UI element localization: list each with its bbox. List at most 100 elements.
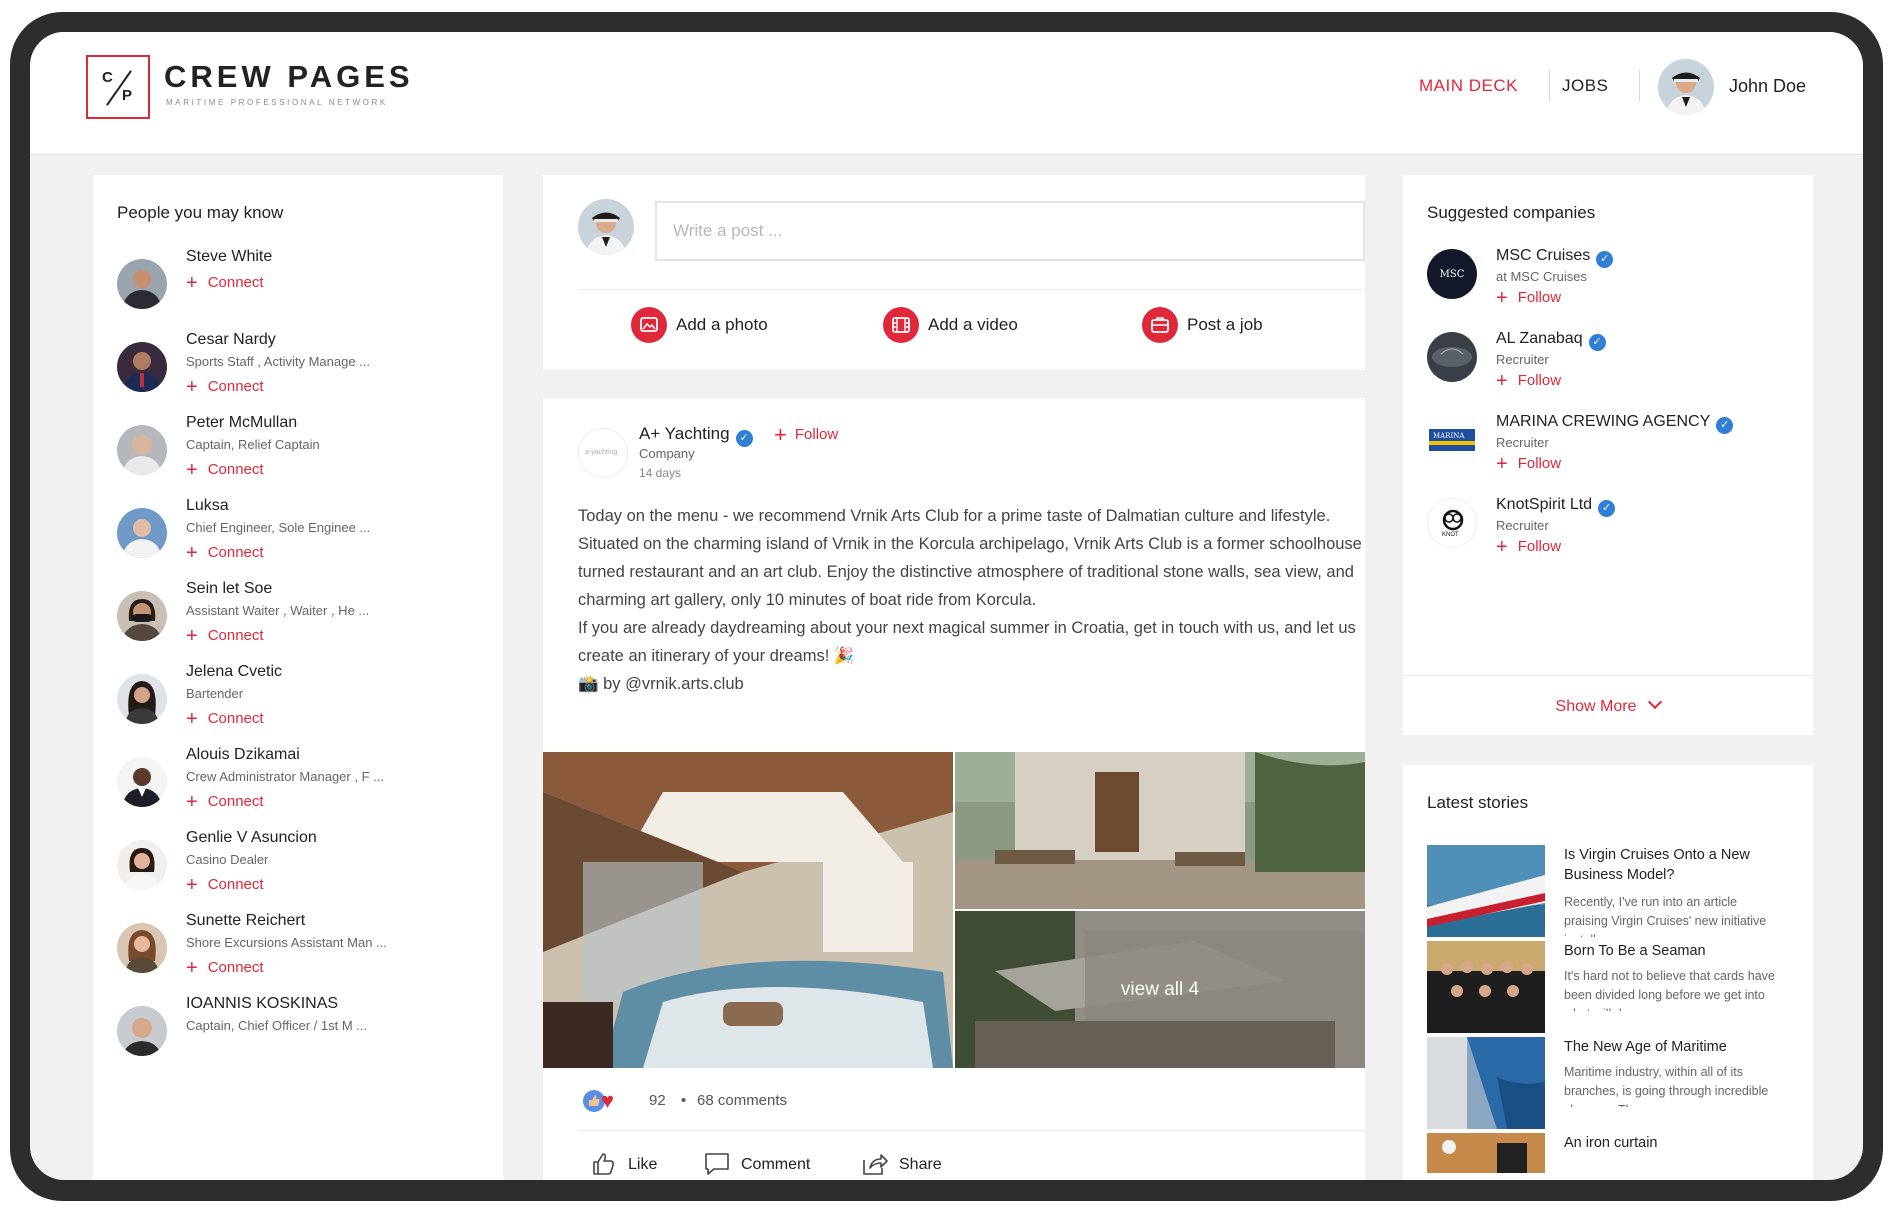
nav-divider [1549,70,1550,102]
person-card: Sunette Reichert Shore Excursions Assist… [117,911,497,1001]
story-title: An iron curtain [1564,1135,1658,1151]
connect-button[interactable]: + Connect [186,625,264,648]
avatar[interactable] [117,342,167,392]
company-card: AL Zanabaq ✓ Recruiter + Follow [1427,330,1807,420]
company-logo[interactable]: KNOT [1427,498,1477,548]
post-paragraph: 📸 by @vrnik.arts.club [578,675,744,693]
story-thumbnail [1427,845,1545,937]
avatar[interactable] [117,840,167,890]
connect-button[interactable]: + Connect [186,791,264,814]
person-card: Alouis Dzikamai Crew Administrator Manag… [117,745,497,835]
story-thumbnail [1427,1133,1545,1173]
story-item[interactable]: Is Virgin Cruises Onto a New Business Mo… [1427,845,1807,939]
follow-button[interactable]: + Follow [1496,370,1561,393]
person-role: Shore Excursions Assistant Man ... [186,935,387,950]
avatar[interactable] [117,757,167,807]
latest-stories-panel: Latest stories Is Virgin Cruises Onto a … [1403,765,1813,1180]
person-name[interactable]: Cesar Nardy [186,331,276,349]
story-title: Is Virgin Cruises Onto a New Business Mo… [1564,847,1750,883]
person-role: Sports Staff , Activity Manage ... [186,354,371,369]
avatar[interactable] [117,674,167,724]
story-excerpt: Recently, I've run into an article prais… [1564,895,1767,937]
company-subtitle: at MSC Cruises [1496,269,1588,284]
panel-title: Latest stories [1427,793,1529,812]
post-photo-stone-house[interactable] [955,752,1365,909]
story-excerpt: Maritime industry, within all of its bra… [1564,1065,1769,1107]
avatar[interactable] [117,591,167,641]
company-name[interactable]: MSC Cruises ✓ [1496,247,1614,268]
company-name[interactable]: AL Zanabaq ✓ [1496,330,1606,351]
plus-icon: + [186,874,198,896]
person-name[interactable]: Luksa [186,497,229,515]
composer-avatar [578,199,634,255]
connect-button[interactable]: + Connect [186,874,264,897]
nav-main-deck[interactable]: MAIN DECK [1419,76,1518,96]
follow-button[interactable]: + Follow [1496,453,1561,476]
show-more-button[interactable]: Show More [1403,694,1813,716]
nav-divider [1639,70,1640,102]
suggested-companies-panel: Suggested companies MSC MSC Cruises ✓ at … [1403,175,1813,735]
person-card: Genlie V Asuncion Casino Dealer + Connect [117,828,497,918]
follow-button[interactable]: + Follow [1496,536,1561,559]
person-name[interactable]: Sunette Reichert [186,912,305,930]
post-photo-terrace[interactable]: view all 4 [955,911,1365,1068]
user-name[interactable]: John Doe [1729,76,1806,97]
connect-button[interactable]: + Connect [186,459,264,482]
avatar[interactable] [117,923,167,973]
person-card: Sein let Soe Assistant Waiter , Waiter ,… [117,579,497,669]
brand-logo[interactable]: C P [86,55,150,119]
person-card: Cesar Nardy Sports Staff , Activity Mana… [117,330,497,420]
follow-button[interactable]: + Follow [774,422,838,448]
post-photo-grid: view all 4 [543,752,1365,1068]
story-item[interactable]: Born To Be a Seaman It's hard not to bel… [1427,941,1807,1035]
connect-button[interactable]: + Connect [186,957,264,980]
story-item[interactable]: An iron curtain [1427,1133,1807,1173]
person-name[interactable]: Peter McMullan [186,414,297,432]
company-logo[interactable]: a-yachting [578,428,628,478]
person-name[interactable]: IOANNIS KOSKINAS [186,995,338,1013]
post-body: Today on the menu - we recommend Vrnik A… [578,502,1368,698]
company-logo[interactable]: MARINA [1427,415,1477,465]
connect-button[interactable]: + Connect [186,272,264,295]
divider [578,289,1365,290]
person-card: Luksa Chief Engineer, Sole Enginee ... +… [117,496,497,586]
avatar[interactable] [117,1006,167,1056]
follow-button[interactable]: + Follow [1496,287,1561,310]
device-frame: C P CREW PAGES MARITIME PROFESSIONAL NET… [10,12,1883,1201]
panel-title: Suggested companies [1427,203,1596,222]
story-excerpt: It's hard not to believe that cards have… [1564,969,1775,1011]
separator: • [681,1092,687,1109]
company-name[interactable]: MARINA CREWING AGENCY ✓ [1496,413,1734,434]
write-post-input[interactable]: Write a post ... [655,201,1365,261]
avatar[interactable] [117,508,167,558]
post-company-type: Company [639,446,695,461]
company-logo[interactable] [1427,332,1477,382]
person-card: IOANNIS KOSKINAS Captain, Chief Officer … [117,994,497,1084]
logo-letter-p: P [122,87,133,104]
people-you-may-know-panel: People you may know Steve White + Connect… [93,175,503,1180]
company-logo[interactable]: MSC [1427,249,1477,299]
connect-button[interactable]: + Connect [186,708,264,731]
person-name[interactable]: Steve White [186,248,272,266]
connect-button[interactable]: + Connect [186,542,264,565]
person-name[interactable]: Genlie V Asuncion [186,829,317,847]
person-name[interactable]: Jelena Cvetic [186,663,282,681]
company-name[interactable]: KnotSpirit Ltd ✓ [1496,496,1616,517]
person-name[interactable]: Sein let Soe [186,580,272,598]
panel-title: People you may know [117,203,284,222]
view-all-photos[interactable]: view all 4 [955,911,1365,1068]
avatar[interactable] [117,425,167,475]
plus-icon: + [774,422,787,447]
post-timestamp: 14 days [639,466,682,480]
avatar[interactable] [117,259,167,309]
nav-jobs[interactable]: JOBS [1562,76,1608,96]
company-card: MSC MSC Cruises ✓ at MSC Cruises + Follow [1427,247,1807,337]
company-subtitle: Recruiter [1496,352,1549,367]
person-name[interactable]: Alouis Dzikamai [186,746,300,764]
post-photo-bedroom[interactable] [543,752,953,1068]
user-avatar[interactable] [1658,59,1714,115]
post-company-name[interactable]: A+ Yachting ✓ [639,424,753,447]
connect-button[interactable]: + Connect [186,376,264,399]
story-item[interactable]: The New Age of Maritime Maritime industr… [1427,1037,1807,1131]
comment-count[interactable]: 68 comments [697,1092,787,1109]
